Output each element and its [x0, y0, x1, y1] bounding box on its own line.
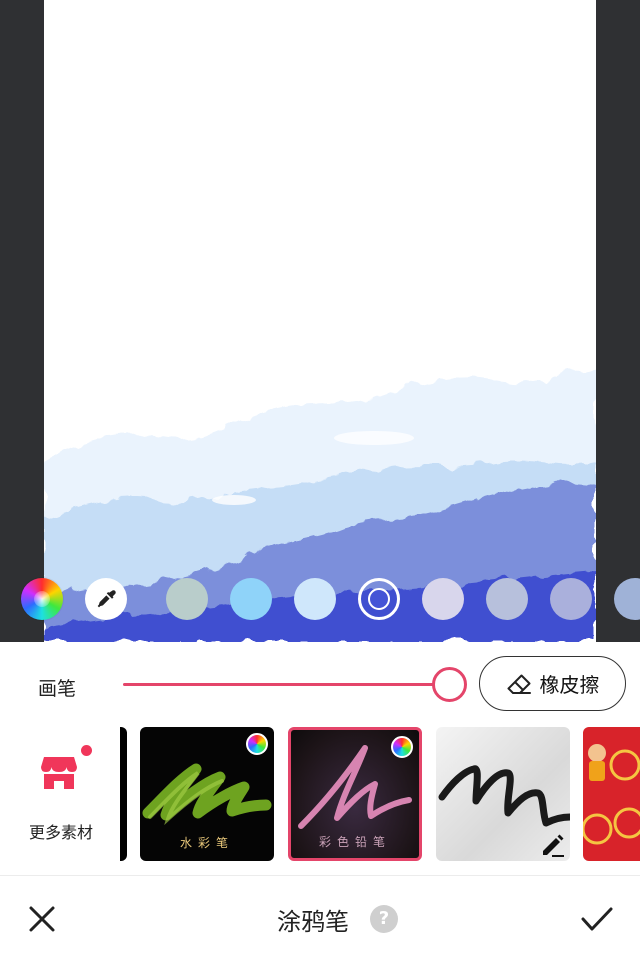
close-icon[interactable] [26, 903, 58, 935]
drawing-canvas-area[interactable] [0, 0, 640, 642]
stamp-preview [583, 744, 640, 845]
color-wheel-badge-icon [246, 733, 268, 755]
confirm-check-icon[interactable] [580, 903, 614, 935]
eraser-label: 橡皮擦 [539, 673, 600, 697]
color-palette [0, 578, 640, 622]
color-wheel-icon[interactable] [21, 578, 63, 620]
color-swatch-selected[interactable] [358, 578, 400, 620]
color-swatch[interactable] [422, 578, 464, 620]
selected-color-dot [368, 588, 390, 610]
footer-divider [0, 875, 640, 876]
brush-size-slider-thumb[interactable] [431, 667, 467, 702]
brush-size-label: 画笔 [38, 678, 77, 700]
brush-tile-colored-pencil[interactable]: 彩色铅笔 [288, 727, 422, 861]
more-materials-label: 更多素材 [28, 823, 93, 842]
color-wheel-badge-icon [391, 736, 413, 758]
more-materials-button[interactable]: 更多素材 [16, 745, 108, 845]
page-title: 涂鸦笔 [277, 908, 349, 936]
eraser-icon [507, 674, 531, 694]
brush-tile-pencil[interactable] [436, 727, 570, 861]
eraser-button[interactable]: 橡皮擦 [479, 656, 626, 711]
color-swatch[interactable] [230, 578, 272, 620]
tile-caption-colored-pencil: 彩色铅笔 [318, 835, 391, 849]
drawing-paper[interactable] [44, 0, 596, 642]
brush-materials-list: 水彩笔 彩色铅笔 [120, 722, 640, 864]
help-icon[interactable]: ? [370, 905, 398, 933]
eyedropper-button[interactable] [85, 578, 127, 620]
edit-pencil-icon[interactable] [540, 833, 566, 857]
color-swatch[interactable] [614, 578, 640, 620]
color-swatch[interactable] [166, 578, 208, 620]
color-swatch[interactable] [294, 578, 336, 620]
color-swatch[interactable] [550, 578, 592, 620]
tile-caption-watercolor: 水彩笔 [179, 836, 234, 850]
brush-tile-stamp[interactable] [583, 727, 640, 861]
store-icon [41, 757, 77, 789]
brush-size-slider-track[interactable] [123, 683, 449, 686]
watercolor-wash [44, 366, 596, 642]
color-swatch[interactable] [486, 578, 528, 620]
brush-tile-watercolor[interactable]: 水彩笔 [140, 727, 274, 861]
brush-tile-partial[interactable] [120, 727, 127, 861]
notification-dot [81, 745, 92, 756]
eyedropper-icon [97, 590, 116, 608]
